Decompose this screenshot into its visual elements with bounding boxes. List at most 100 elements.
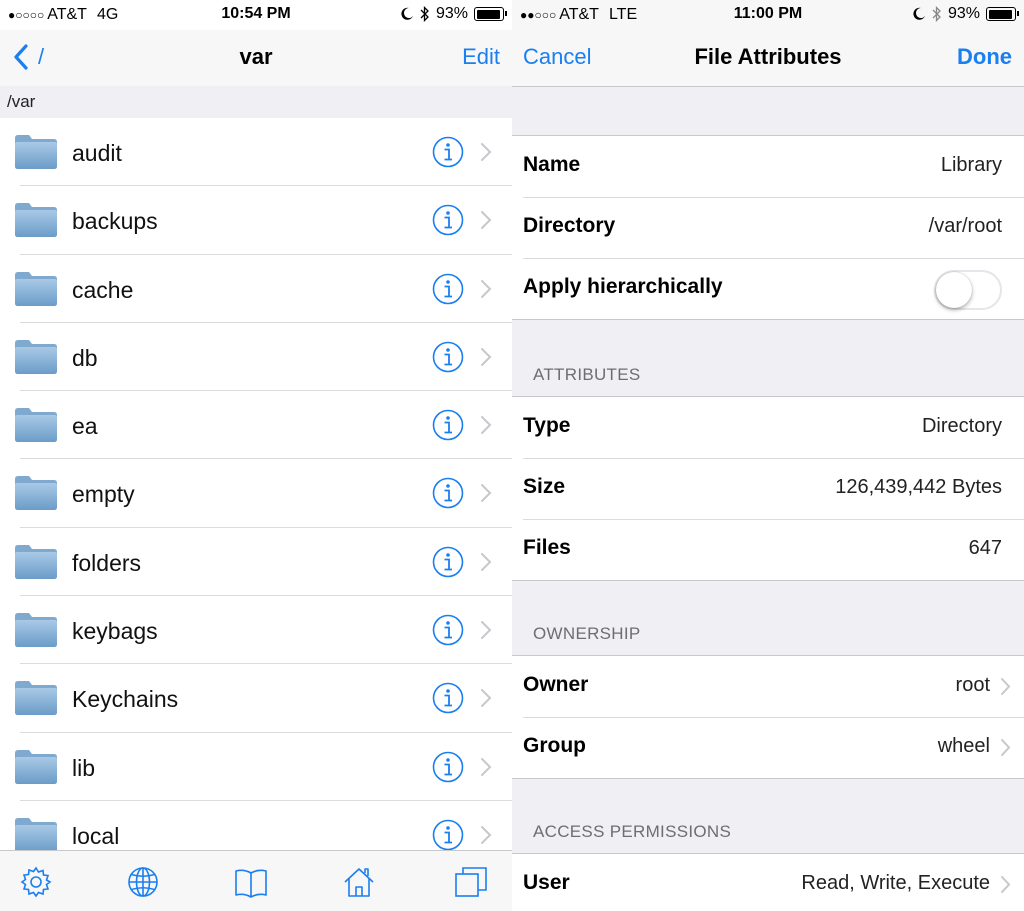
info-icon[interactable] — [432, 204, 464, 236]
folder-icon — [15, 749, 57, 784]
owner-value: root — [955, 674, 990, 696]
folder-name: db — [72, 344, 98, 371]
info-icon[interactable] — [432, 819, 464, 851]
chevron-right-icon — [481, 416, 492, 435]
folder-row[interactable]: cache — [0, 255, 512, 323]
battery-percent: 93% — [947, 5, 980, 22]
chevron-right-icon — [1001, 876, 1011, 893]
attributes-header: ATTRIBUTES — [533, 365, 641, 384]
ownership-group: Owner root Group wheel — [512, 655, 1024, 779]
folder-row[interactable]: backups — [0, 186, 512, 255]
files-row: Files 647 — [512, 519, 1024, 580]
permissions-group: User Read, Write, Execute — [512, 853, 1024, 911]
folder-icon — [15, 203, 57, 238]
tab-bar — [0, 850, 512, 911]
folder-row[interactable]: folders — [0, 528, 512, 597]
file-browser-screen: ●○○○○ AT&T 4G 10:54 PM 93% / var Edit /v… — [0, 0, 512, 911]
folder-name: local — [72, 822, 120, 849]
info-icon[interactable] — [432, 273, 464, 305]
page-title: File Attributes — [694, 44, 842, 69]
info-icon[interactable] — [432, 341, 464, 373]
chevron-right-icon — [481, 689, 492, 708]
folder-row[interactable]: db — [0, 323, 512, 392]
user-row[interactable]: User Read, Write, Execute — [512, 854, 1024, 911]
book-icon[interactable] — [234, 865, 268, 899]
folder-row[interactable]: empty — [0, 459, 512, 528]
folder-icon — [15, 135, 57, 169]
chevron-right-icon — [481, 484, 492, 503]
folder-icon — [15, 408, 57, 443]
info-icon[interactable] — [432, 751, 464, 783]
name-row[interactable]: Name Library — [512, 136, 1024, 197]
folder-name: Keychains — [72, 686, 179, 713]
status-right: 93% — [400, 5, 507, 23]
folder-row[interactable]: audit — [0, 118, 512, 187]
edit-button[interactable]: Edit — [462, 44, 500, 70]
folder-row[interactable]: Keychains — [0, 664, 512, 733]
info-icon[interactable] — [432, 546, 464, 578]
attributes-group: Type Directory Size 126,439,442 Bytes Fi… — [512, 396, 1024, 581]
name-label: Name — [523, 153, 581, 176]
size-row: Size 126,439,442 Bytes — [512, 458, 1024, 519]
moon-icon — [913, 7, 925, 20]
group-label: Group — [523, 734, 586, 757]
apply-hierarchically-toggle[interactable] — [934, 270, 1002, 310]
folder-icon — [15, 817, 57, 852]
type-label: Type — [523, 414, 571, 437]
folder-name: cache — [72, 276, 134, 303]
chevron-right-icon — [1001, 678, 1011, 695]
battery-icon — [474, 7, 507, 21]
folder-row[interactable]: lib — [0, 733, 512, 801]
info-icon[interactable] — [432, 136, 464, 168]
folder-icon — [15, 271, 57, 306]
access-permissions-header: ACCESS PERMISSIONS — [533, 822, 732, 841]
chevron-right-icon — [481, 279, 492, 298]
directory-value: /var/root — [928, 215, 1002, 237]
file-attributes-screen: ●●○○○ AT&T LTE 11:00 PM 93% Cancel File … — [512, 0, 1024, 911]
gear-icon[interactable] — [19, 865, 53, 899]
battery-icon — [986, 7, 1019, 21]
ownership-header: OWNERSHIP — [533, 624, 641, 643]
group-row[interactable]: Group wheel — [512, 717, 1024, 778]
info-icon[interactable] — [432, 682, 464, 714]
windows-icon[interactable] — [454, 865, 488, 899]
info-icon[interactable] — [432, 477, 464, 509]
folder-icon — [15, 681, 57, 716]
bluetooth-icon — [932, 6, 941, 22]
chevron-right-icon — [481, 552, 492, 571]
bluetooth-icon — [420, 6, 429, 22]
group-value: wheel — [937, 735, 990, 757]
size-label: Size — [523, 475, 566, 498]
chevron-right-icon — [1001, 739, 1011, 756]
apply-hierarchically-row: Apply hierarchically — [512, 258, 1024, 319]
folder-list: audit backups cache db ea empty folders keybags… — [0, 118, 512, 870]
battery-percent: 93% — [435, 5, 468, 22]
user-value: Read, Write, Execute — [801, 872, 990, 894]
home-icon[interactable] — [342, 865, 376, 899]
folder-row[interactable]: keybags — [0, 596, 512, 665]
path-label: /var — [0, 86, 512, 118]
owner-row[interactable]: Owner root — [512, 656, 1024, 717]
status-bar: ●○○○○ AT&T 4G 10:54 PM 93% — [0, 0, 512, 30]
owner-label: Owner — [523, 673, 589, 696]
globe-icon[interactable] — [126, 865, 160, 899]
folder-name: lib — [72, 754, 96, 781]
folder-icon — [15, 476, 57, 511]
folder-name: audit — [72, 140, 122, 166]
folder-name: empty — [72, 481, 135, 508]
status-bar: ●●○○○ AT&T LTE 11:00 PM 93% — [512, 0, 1024, 30]
folder-icon — [15, 544, 57, 579]
done-button[interactable]: Done — [957, 44, 1012, 70]
info-icon[interactable] — [432, 409, 464, 441]
size-value: 126,439,442 Bytes — [835, 476, 1002, 498]
files-label: Files — [523, 536, 571, 559]
folder-name: ea — [72, 413, 98, 440]
navigation-bar: Cancel File Attributes Done — [512, 30, 1024, 87]
folder-icon — [15, 613, 57, 648]
info-icon[interactable] — [432, 614, 464, 646]
directory-row: Directory /var/root — [512, 197, 1024, 258]
folder-row[interactable]: ea — [0, 391, 512, 460]
chevron-right-icon — [481, 621, 492, 640]
navigation-bar: / var Edit — [0, 30, 512, 86]
directory-label: Directory — [523, 214, 616, 237]
